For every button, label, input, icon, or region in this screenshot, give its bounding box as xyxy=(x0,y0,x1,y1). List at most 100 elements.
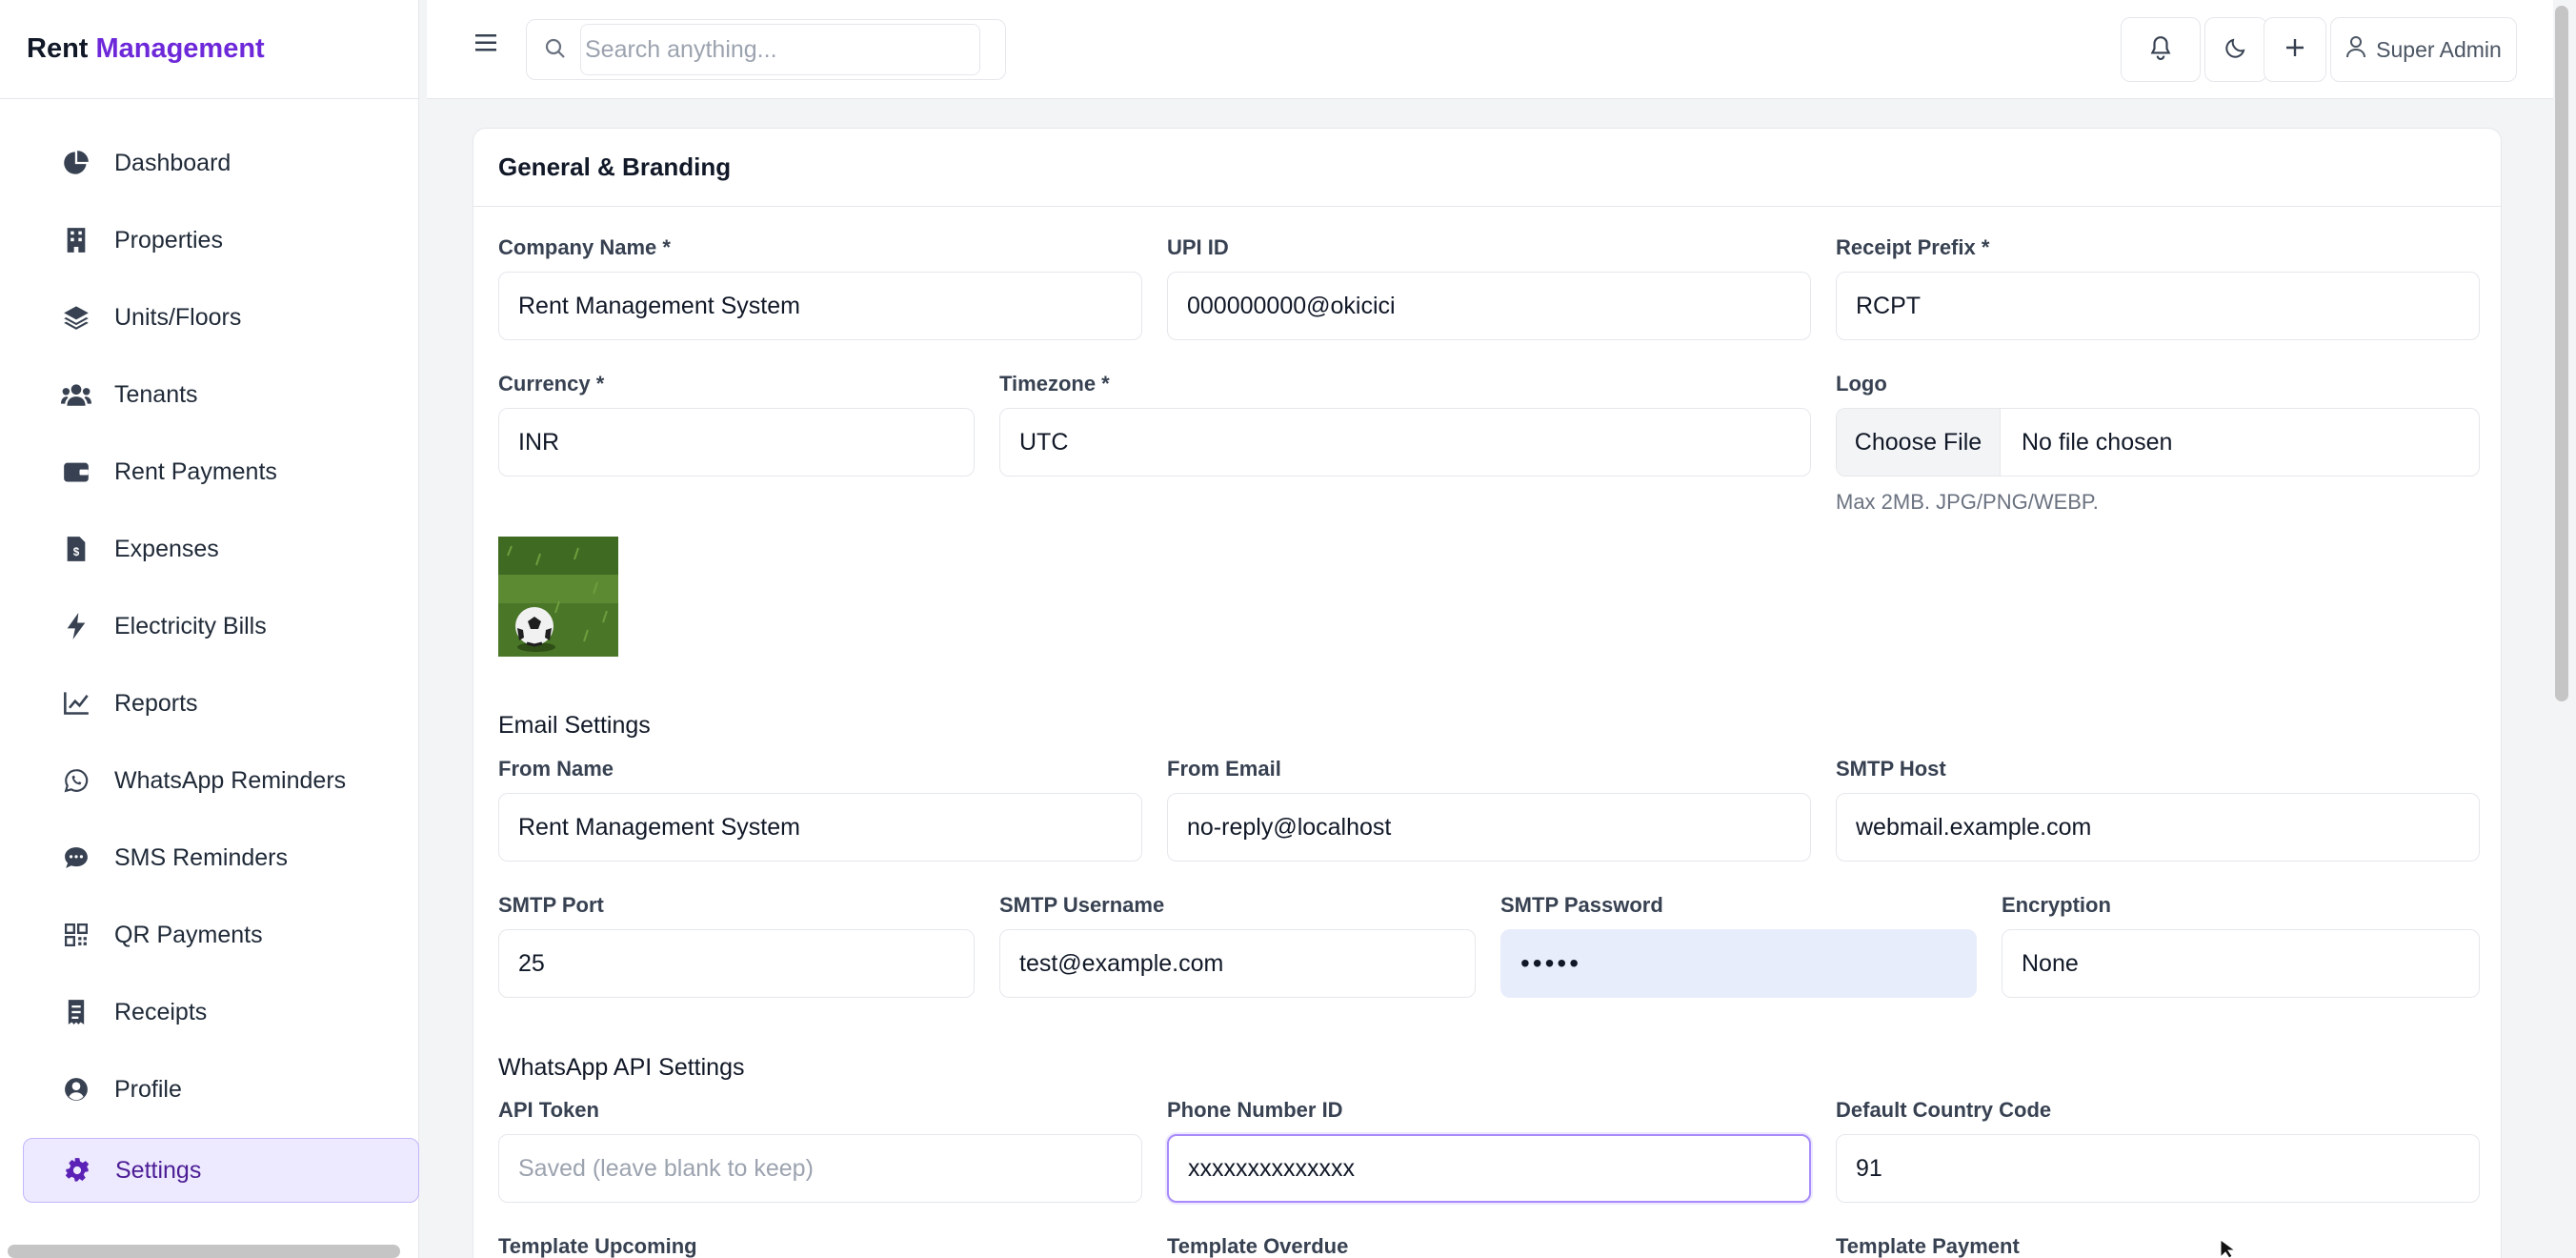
sidebar-item-sms-reminders[interactable]: SMS Reminders xyxy=(23,825,419,890)
currency-input[interactable]: INR xyxy=(498,408,975,477)
sidebar-item-label: Expenses xyxy=(114,535,219,562)
logo-preview-image xyxy=(498,537,618,657)
sidebar-item-receipts[interactable]: Receipts xyxy=(23,980,419,1045)
sidebar-item-dashboard[interactable]: Dashboard xyxy=(23,131,419,195)
sidebar-item-units-floors[interactable]: Units/Floors xyxy=(23,285,419,350)
search-box xyxy=(526,19,1006,80)
smtp-port-field: SMTP Port 25 xyxy=(498,891,975,998)
currency-label: Currency * xyxy=(498,372,605,396)
encryption-field: Encryption None xyxy=(2002,891,2480,998)
brand-logo[interactable]: Rent Management xyxy=(0,0,418,99)
sidebar-item-electricity-bills[interactable]: Electricity Bills xyxy=(23,594,419,659)
smtp-password-input[interactable]: ••••• xyxy=(1500,929,1977,998)
brand-text-primary: Rent xyxy=(27,33,89,64)
sidebar-item-label: Units/Floors xyxy=(114,303,242,331)
vertical-scrollbar[interactable] xyxy=(2555,6,2568,701)
sidebar-item-label: Dashboard xyxy=(114,149,231,176)
country-code-field: Default Country Code 91 xyxy=(1836,1096,2480,1203)
encryption-select[interactable]: None xyxy=(2002,929,2480,998)
from-email-field: From Email no-reply@localhost xyxy=(1167,755,1811,862)
user-menu-button[interactable]: Super Admin xyxy=(2330,17,2517,82)
from-name-field: From Name Rent Management System xyxy=(498,755,1142,862)
api-token-label: API Token xyxy=(498,1098,599,1122)
sidebar-item-label: Settings xyxy=(115,1156,202,1184)
sidebar-item-tenants[interactable]: Tenants xyxy=(23,362,419,427)
topbar: Super Admin xyxy=(427,0,2553,99)
search-icon xyxy=(544,37,571,64)
phone-number-id-label: Phone Number ID xyxy=(1167,1098,1343,1122)
brand-text-accent: Management xyxy=(95,33,265,64)
sidebar-item-label: Tenants xyxy=(114,380,198,408)
smtp-port-input[interactable]: 25 xyxy=(498,929,975,998)
sms-icon xyxy=(61,842,91,873)
upi-id-input[interactable]: 000000000@okicici xyxy=(1167,272,1811,340)
encryption-label: Encryption xyxy=(2002,893,2111,917)
upi-id-field: UPI ID 000000000@okicici xyxy=(1167,233,1811,340)
invoice-dollar-icon: $ xyxy=(61,534,91,564)
template-payment-label: Template Payment xyxy=(1836,1234,2020,1258)
country-code-label: Default Country Code xyxy=(1836,1098,2052,1122)
smtp-host-field: SMTP Host webmail.example.com xyxy=(1836,755,2480,862)
smtp-username-input[interactable]: test@example.com xyxy=(999,929,1476,998)
svg-text:$: $ xyxy=(73,546,80,558)
logo-field: Logo Choose File No file chosen Max 2MB.… xyxy=(1836,370,2480,515)
quick-add-button[interactable] xyxy=(2264,17,2326,82)
plus-icon xyxy=(2284,37,2305,63)
template-upcoming-field: Template Upcoming xyxy=(498,1232,1142,1258)
api-token-input[interactable]: Saved (leave blank to keep) xyxy=(498,1134,1142,1203)
moon-icon xyxy=(2224,36,2247,64)
whatsapp-settings-heading: WhatsApp API Settings xyxy=(498,1054,745,1081)
logo-hint: Max 2MB. JPG/PNG/WEBP. xyxy=(1836,490,2099,514)
sidebar-item-expenses[interactable]: $ Expenses xyxy=(23,517,419,581)
layers-icon xyxy=(61,302,91,333)
smtp-host-input[interactable]: webmail.example.com xyxy=(1836,793,2480,862)
receipt-prefix-input[interactable]: RCPT xyxy=(1836,272,2480,340)
sidebar-item-label: Profile xyxy=(114,1075,182,1103)
notifications-button[interactable] xyxy=(2121,17,2201,82)
receipt-icon xyxy=(61,997,91,1027)
horizontal-scrollbar[interactable] xyxy=(8,1245,400,1258)
timezone-input[interactable]: UTC xyxy=(999,408,1811,477)
company-name-input[interactable]: Rent Management System xyxy=(498,272,1142,340)
menu-toggle-icon[interactable] xyxy=(474,29,503,61)
from-email-input[interactable]: no-reply@localhost xyxy=(1167,793,1811,862)
receipt-prefix-label: Receipt Prefix * xyxy=(1836,235,1990,259)
settings-card: General & Branding Company Name * Rent M… xyxy=(473,128,2502,1258)
smtp-username-label: SMTP Username xyxy=(999,893,1165,917)
user-circle-icon xyxy=(61,1074,91,1105)
smtp-port-label: SMTP Port xyxy=(498,893,604,917)
sidebar-item-whatsapp-reminders[interactable]: WhatsApp Reminders xyxy=(23,748,419,813)
phone-number-id-input[interactable]: xxxxxxxxxxxxxx xyxy=(1167,1134,1811,1203)
sidebar-item-label: QR Payments xyxy=(114,921,263,948)
sidebar-item-label: Receipts xyxy=(114,998,208,1025)
timezone-field: Timezone * UTC xyxy=(999,370,1811,477)
country-code-input[interactable]: 91 xyxy=(1836,1134,2480,1203)
upi-id-label: UPI ID xyxy=(1167,235,1229,259)
smtp-password-field: SMTP Password ••••• xyxy=(1500,891,1977,998)
user-name: Super Admin xyxy=(2376,36,2502,62)
sidebar-item-rent-payments[interactable]: Rent Payments xyxy=(23,439,419,504)
sidebar-item-settings[interactable]: Settings xyxy=(23,1138,419,1203)
from-name-label: From Name xyxy=(498,757,614,781)
choose-file-button[interactable]: Choose File xyxy=(1837,409,2001,476)
bell-icon xyxy=(2149,35,2172,65)
timezone-label: Timezone * xyxy=(999,372,1110,396)
sidebar: Rent Management Dashboard Properties Uni… xyxy=(0,0,419,1258)
sidebar-item-profile[interactable]: Profile xyxy=(23,1057,419,1122)
theme-toggle-button[interactable] xyxy=(2204,17,2267,82)
smtp-username-field: SMTP Username test@example.com xyxy=(999,891,1476,998)
mouse-cursor-icon xyxy=(2220,1239,2243,1258)
sidebar-item-properties[interactable]: Properties xyxy=(23,208,419,273)
search-input[interactable] xyxy=(580,24,980,75)
sidebar-item-reports[interactable]: Reports xyxy=(23,671,419,736)
smtp-password-label: SMTP Password xyxy=(1500,893,1663,917)
sidebar-item-qr-payments[interactable]: QR Payments xyxy=(23,903,419,967)
email-settings-heading: Email Settings xyxy=(498,712,651,739)
from-name-input[interactable]: Rent Management System xyxy=(498,793,1142,862)
logo-file-input[interactable]: Choose File No file chosen xyxy=(1836,408,2480,477)
sidebar-item-label: SMS Reminders xyxy=(114,843,288,871)
users-icon xyxy=(61,379,91,410)
company-name-field: Company Name * Rent Management System xyxy=(498,233,1142,340)
sidebar-item-label: Properties xyxy=(114,226,223,254)
bolt-icon xyxy=(61,611,91,641)
